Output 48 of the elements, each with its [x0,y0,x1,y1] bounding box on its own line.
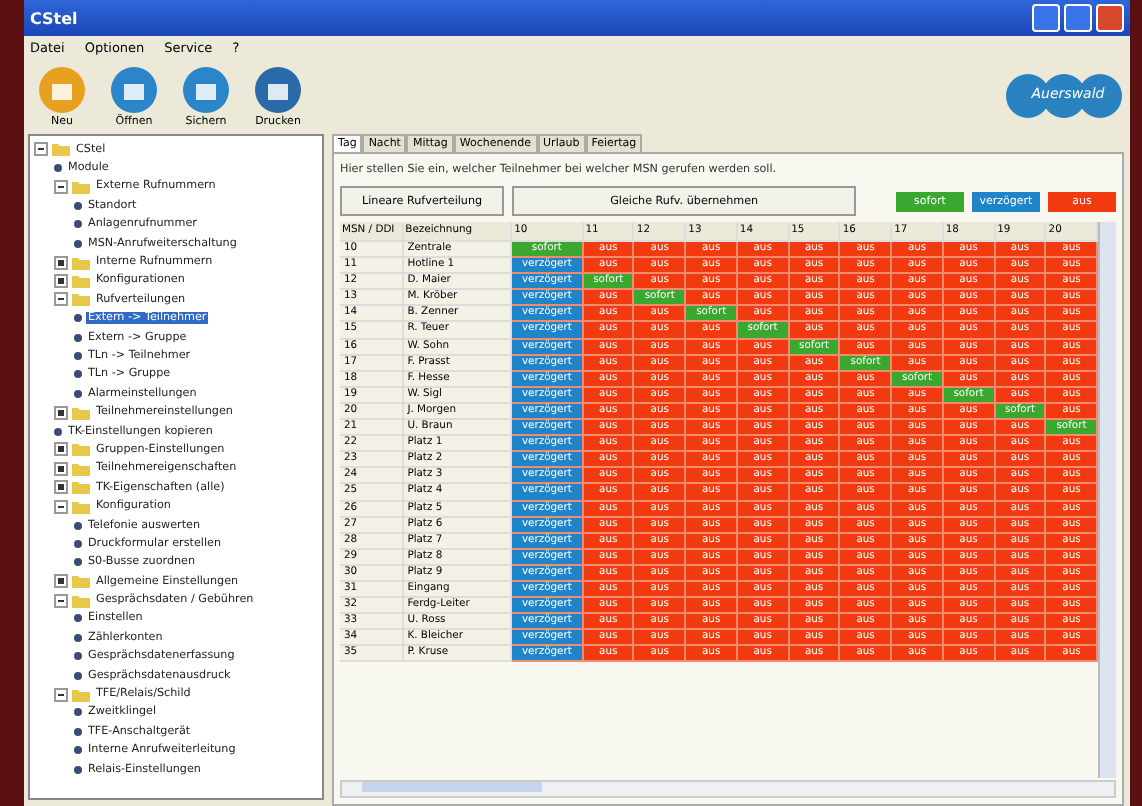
bullet-icon [74,708,82,717]
expander-icon[interactable] [54,179,68,194]
expander-icon[interactable] [54,255,68,270]
bullet-icon [74,201,82,210]
expander-icon[interactable] [54,273,68,288]
expander-icon[interactable] [54,405,68,420]
bullet-icon [74,727,82,736]
expander-icon[interactable] [54,574,68,589]
expander-icon[interactable] [34,142,48,157]
expander-icon[interactable] [54,499,68,514]
bullet-icon [74,633,82,642]
bullet-icon [74,652,82,661]
bullet-icon [74,370,82,379]
bullet-icon [74,671,82,680]
folder-icon [52,142,70,157]
vertical-scrollbar[interactable] [1098,222,1116,778]
expander-icon[interactable] [54,292,68,307]
print-icon [254,65,302,113]
folder-icon [72,405,90,420]
horizontal-scrollbar[interactable] [340,780,1116,798]
expander-icon[interactable] [54,480,68,495]
window-title: CStel [30,9,78,27]
bullet-icon [74,389,82,398]
bullet-icon [54,164,62,173]
expander-icon[interactable] [54,461,68,476]
folder-icon [72,179,90,194]
bullet-icon [54,427,62,436]
new-icon [38,65,86,113]
bullet-icon [74,333,82,342]
bullet-icon [74,558,82,567]
bullet-icon [74,539,82,548]
save-icon [182,65,230,113]
bullet-icon [74,521,82,529]
expander-icon[interactable] [54,687,68,702]
close-button[interactable] [1096,4,1124,32]
bullet-icon [74,239,82,248]
bullet-icon [74,351,82,360]
folder-icon [72,687,90,702]
minimize-button[interactable] [1032,4,1060,32]
expander-icon[interactable] [54,442,68,457]
bullet-icon [74,765,82,774]
bullet-icon [74,314,82,323]
expander-icon[interactable] [54,593,68,608]
open-icon [110,65,158,113]
bullet-icon [74,746,82,755]
bullet-icon [74,220,82,229]
maximize-button[interactable] [1064,4,1092,32]
bullet-icon [74,614,82,623]
